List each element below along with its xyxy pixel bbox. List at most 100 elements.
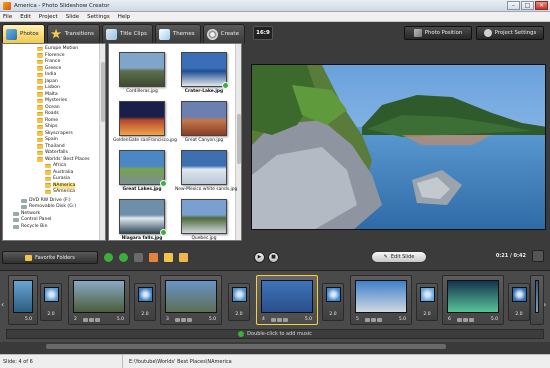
tree-item[interactable]: Europe Motion	[37, 46, 78, 52]
star-icon	[457, 318, 462, 322]
stop-button[interactable]: ■	[268, 251, 279, 263]
play-button[interactable]: ▶	[254, 251, 265, 263]
fullscreen-button[interactable]	[532, 250, 544, 262]
close-button[interactable]: ×	[535, 1, 548, 10]
transition-slot[interactable]: 2.0	[40, 283, 62, 321]
timeline-slide[interactable]: 6 5.0	[442, 275, 504, 325]
tree-item-label: France	[45, 59, 61, 64]
favorite-folders-button[interactable]: Favorite Folders	[2, 251, 98, 264]
timeline-slide[interactable]: 2 5.0	[68, 275, 130, 325]
edit-slide-button[interactable]: ✎ Edit Slide	[371, 251, 427, 263]
tree-item[interactable]: Florence	[37, 53, 65, 59]
title-bar: America - Photo Slideshow Creator – □ ×	[0, 0, 550, 12]
tree-item[interactable]: Greece	[37, 66, 61, 72]
timeline-slide[interactable]: 3 5.0	[160, 275, 222, 325]
tree-item[interactable]: Roads	[37, 111, 59, 117]
timeline-scrollbar[interactable]	[6, 342, 544, 351]
minimize-button[interactable]: –	[507, 1, 520, 10]
tree-item[interactable]: France	[37, 59, 60, 65]
transition-slot[interactable]: 2.0	[134, 283, 156, 321]
menu-slide[interactable]: Slide	[66, 14, 79, 20]
menu-project[interactable]: Project	[39, 14, 58, 20]
tree-item[interactable]: Thailand	[37, 144, 65, 150]
tree-item-label: Spain	[45, 137, 58, 142]
home-icon[interactable]	[149, 253, 158, 262]
aspect-ratio-button[interactable]: 16:9	[253, 26, 273, 40]
tree-item[interactable]: Ships	[37, 124, 57, 130]
slide-number: 3	[166, 317, 169, 322]
forward-icon[interactable]	[119, 253, 128, 262]
scrollbar-thumb[interactable]	[46, 344, 446, 349]
tree-item[interactable]: Africa	[45, 163, 66, 169]
photo-thumbnail[interactable]: Great Canyon.jpg	[175, 101, 233, 143]
text-icon	[371, 318, 376, 322]
photos-scrollbar[interactable]	[235, 44, 241, 240]
folder-icon	[37, 137, 43, 143]
down-icon[interactable]	[134, 253, 143, 262]
folder-tree[interactable]: Europe Motion Florence France Greece India Ja…	[2, 43, 106, 241]
tree-item[interactable]: Rome	[37, 118, 58, 124]
photo-thumbnail[interactable]: New-Mexico white sands.jpg	[175, 150, 237, 192]
tab-photos[interactable]: Photos	[2, 24, 45, 43]
scrollbar-thumb[interactable]	[237, 114, 241, 164]
timeline-slide[interactable]: 4 5.0	[256, 275, 318, 325]
menu-help[interactable]: Help	[118, 14, 131, 20]
scroll-left-icon[interactable]: ‹	[1, 300, 7, 309]
transition-slot[interactable]: 2.0	[508, 283, 530, 321]
tree-item[interactable]: Australia	[45, 170, 73, 176]
tree-item[interactable]: Malta	[37, 92, 58, 98]
tree-item[interactable]: DVD RW Drive (F:)	[21, 198, 71, 204]
tree-item-label: Mysteries	[45, 98, 68, 103]
tree-item[interactable]: SAmerica	[45, 189, 75, 195]
tree-item[interactable]: India	[37, 72, 56, 78]
maximize-button[interactable]: □	[521, 1, 534, 10]
photo-position-button[interactable]: Photo Position	[404, 26, 472, 40]
tree-scrollbar[interactable]	[99, 44, 105, 240]
slide-effects-icons	[83, 318, 100, 322]
tree-item[interactable]: Recycle Bin	[13, 224, 47, 230]
open-folder-icon[interactable]	[179, 253, 188, 262]
slide-duration: 5.0	[116, 317, 124, 322]
photo-thumbnail[interactable]: GoldenGate sanFrancisco.jpg	[113, 101, 177, 143]
timeline-slide[interactable]: 5.0	[8, 275, 38, 325]
tree-item[interactable]: Mysteries	[37, 98, 67, 104]
music-track[interactable]: Double-click to add music	[6, 329, 544, 339]
menu-settings[interactable]: Settings	[87, 14, 110, 20]
timeline-slide[interactable]: 5 5.0	[350, 275, 412, 325]
photo-image	[181, 150, 227, 185]
tree-item[interactable]: NAmerica	[45, 182, 76, 189]
tree-item[interactable]: Skyscrapers	[37, 131, 73, 137]
transition-slot[interactable]: 2.0	[322, 283, 344, 321]
tree-item[interactable]: Lisbon	[37, 85, 60, 91]
menu-edit[interactable]: Edit	[20, 14, 31, 20]
tab-label: Title Clips	[120, 31, 147, 37]
slide-effects-icons	[365, 318, 382, 322]
tree-item[interactable]: Waterfalls	[37, 150, 68, 156]
tree-item[interactable]: Control Panel	[13, 217, 51, 223]
photo-thumbnail[interactable]: Niagara falls.jpg	[113, 199, 171, 240]
transition-slot[interactable]: 2.0	[228, 283, 250, 321]
photo-thumbnail[interactable]: Great Lakes.jpg	[113, 150, 171, 192]
tab-title-clips[interactable]: Title Clips	[102, 24, 153, 43]
photo-thumbnail[interactable]: Cordilleras.jpg	[113, 52, 171, 94]
tree-item[interactable]: Japan	[37, 79, 58, 85]
tree-item[interactable]: Removable Disk (G:)	[21, 204, 76, 210]
menu-file[interactable]: File	[3, 14, 12, 20]
tab-themes[interactable]: Themes	[154, 24, 201, 43]
tree-item[interactable]: Ocean	[37, 105, 60, 111]
transition-slot[interactable]: 2.0	[416, 283, 438, 321]
tree-item[interactable]: Spain	[37, 137, 58, 143]
tab-create[interactable]: Create	[202, 24, 245, 43]
tree-item[interactable]: Eurasia	[45, 176, 70, 182]
tab-label: Transitions	[64, 31, 95, 37]
scrollbar-thumb[interactable]	[101, 62, 105, 122]
project-settings-button[interactable]: Project Settings	[476, 26, 544, 40]
timeline-slide[interactable]	[530, 275, 544, 325]
photo-thumbnail[interactable]: Crater-Lake.jpg	[175, 52, 233, 94]
tab-transitions[interactable]: Transitions	[46, 24, 101, 43]
tree-item[interactable]: Network	[13, 211, 40, 217]
photo-thumbnail[interactable]: Quebec.jpg	[175, 199, 233, 240]
new-folder-icon[interactable]	[164, 253, 173, 262]
back-icon[interactable]	[104, 253, 113, 262]
tree-item[interactable]: Worlds' Best Places	[37, 157, 90, 163]
